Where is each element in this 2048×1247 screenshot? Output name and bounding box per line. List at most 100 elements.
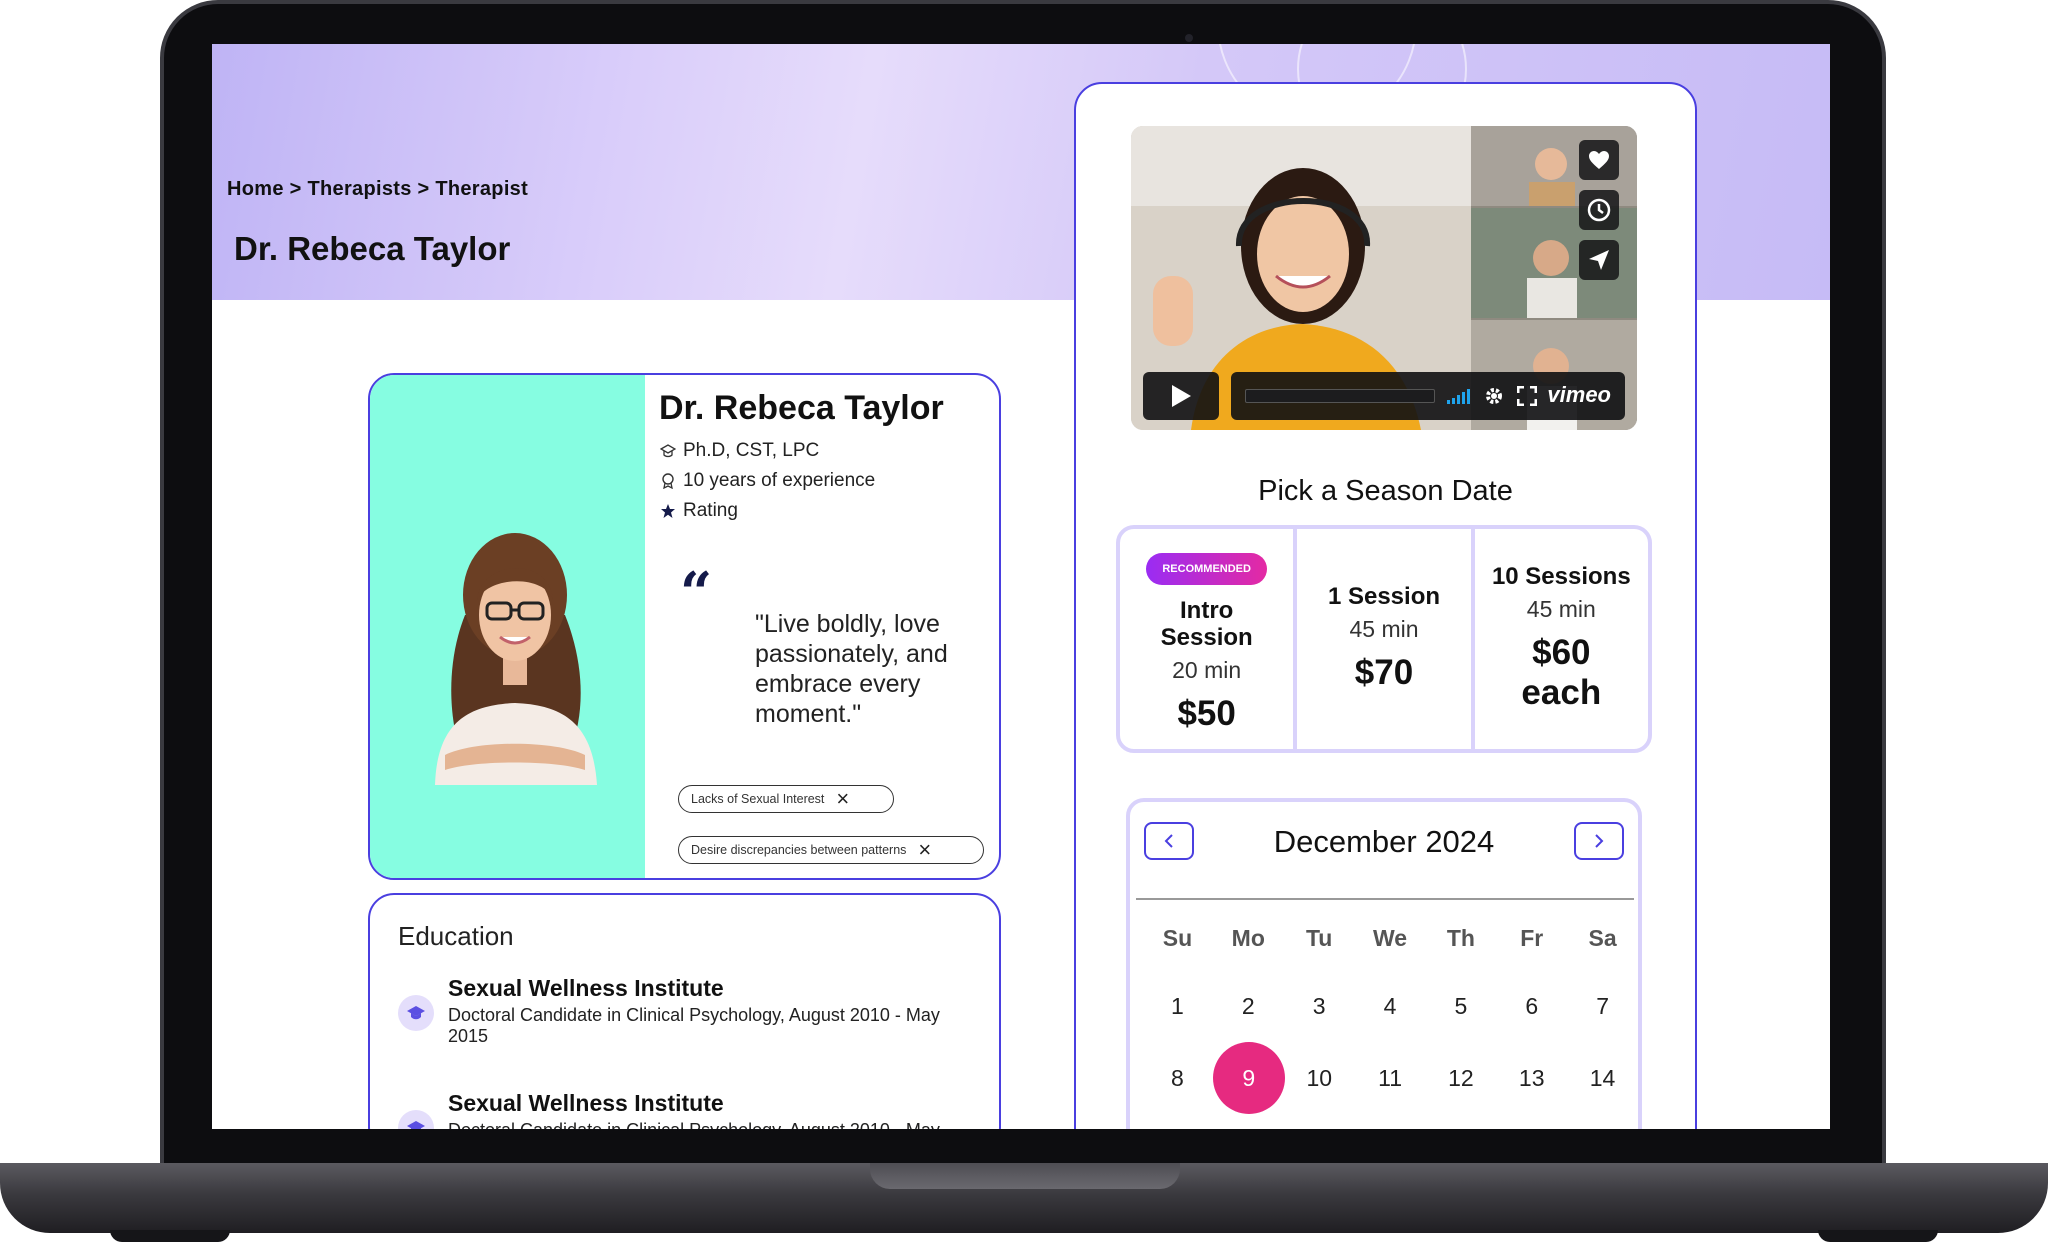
education-description: Doctoral Candidate in Clinical Psycholog… <box>448 1005 940 1046</box>
weekday-label: Sa <box>1588 925 1617 951</box>
graduation-cap-icon <box>398 1110 434 1129</box>
camera-dot <box>1185 34 1193 42</box>
education-item: Sexual Wellness Institute Doctoral Candi… <box>398 975 978 1055</box>
tag-label: Lacks of Sexual Interest <box>691 792 825 806</box>
package-1-session[interactable]: 1 Session 45 min $70 <box>1297 529 1475 749</box>
package-options: RECOMMENDED Intro Session 20 min $50 1 S… <box>1116 525 1652 753</box>
heart-icon <box>1589 151 1609 169</box>
credentials-row: Ph.D, CST, LPC <box>659 436 989 466</box>
weekday-label: We <box>1372 925 1408 951</box>
package-name: Intro Session <box>1160 597 1253 651</box>
education-item: Sexual Wellness Institute Doctoral Candi… <box>398 1090 978 1129</box>
close-icon[interactable]: × <box>836 788 849 810</box>
package-intro-session[interactable]: RECOMMENDED Intro Session 20 min $50 <box>1120 529 1298 749</box>
education-description: Doctoral Candidate in Clinical Psycholog… <box>448 1120 968 1129</box>
calendar: December 2024 Su Mo Tu We Th Fr Sa 1 2 3… <box>1126 798 1642 1129</box>
experience-row: 10 years of experience <box>659 466 989 496</box>
calendar-month: December 2024 <box>1273 824 1495 859</box>
like-button[interactable] <box>1579 140 1619 180</box>
selected-day-label: 9 <box>1212 1042 1285 1114</box>
photo-panel <box>370 375 645 878</box>
clock-icon <box>1587 198 1611 222</box>
rating-row: Rating <box>659 496 989 526</box>
calendar-week: 1 2 3 4 5 6 7 <box>1142 970 1638 1042</box>
calendar-day[interactable]: 7 <box>1567 993 1638 1020</box>
calendar-day[interactable]: 11 <box>1355 1065 1426 1092</box>
weekday-label: Mo <box>1231 925 1265 951</box>
package-price: $60 each <box>1521 633 1602 712</box>
profile-card: Dr. Rebeca Taylor Ph.D, CST, LPC 10 year… <box>368 373 1001 880</box>
package-duration: 20 min <box>1172 657 1242 683</box>
rating-label: Rating <box>683 500 738 521</box>
breadcrumb-separator: > <box>289 178 302 200</box>
calendar-week: 8 9 10 11 12 13 14 <box>1142 1042 1638 1114</box>
gear-icon[interactable] <box>1483 385 1505 407</box>
weekday-label: Tu <box>1305 925 1333 951</box>
award-icon <box>659 472 677 490</box>
watch-later-button[interactable] <box>1579 190 1619 230</box>
graduation-cap-icon <box>398 995 434 1031</box>
therapist-quote: "Live boldly, love passionately, and emb… <box>755 610 948 728</box>
breadcrumb-therapists[interactable]: Therapists <box>307 178 411 200</box>
specialty-tag[interactable]: Lacks of Sexual Interest × <box>678 785 894 813</box>
calendar-day-selected[interactable]: 9 <box>1212 1042 1285 1114</box>
screen: Home > Therapists > Therapist Dr. Rebeca… <box>212 44 1830 1129</box>
breadcrumb-home[interactable]: Home <box>227 178 284 200</box>
quote-icon: “ <box>680 560 713 626</box>
send-icon <box>1589 250 1609 270</box>
laptop-notch <box>870 1163 1180 1189</box>
package-duration: 45 min <box>1526 596 1596 622</box>
breadcrumb: Home > Therapists > Therapist <box>227 178 528 201</box>
prev-month-button[interactable] <box>1144 822 1194 860</box>
intro-video[interactable]: vimeo <box>1131 126 1637 430</box>
next-month-button[interactable] <box>1574 822 1624 860</box>
education-title: Education <box>398 921 514 951</box>
star-icon <box>659 502 677 520</box>
vimeo-logo[interactable]: vimeo <box>1547 382 1611 408</box>
share-button[interactable] <box>1579 240 1619 280</box>
education-card: Education Sexual Wellness Institute Doct… <box>368 893 1001 1129</box>
profile-info: Dr. Rebeca Taylor Ph.D, CST, LPC 10 year… <box>659 389 989 526</box>
package-price: $50 <box>1177 694 1236 733</box>
calendar-day[interactable]: 3 <box>1284 993 1355 1020</box>
weekday-label: Fr <box>1520 925 1544 951</box>
video-progress-bar[interactable] <box>1245 389 1435 403</box>
experience: 10 years of experience <box>683 470 876 491</box>
tag-label: Desire discrepancies between patterns <box>691 843 907 857</box>
recommended-badge: RECOMMENDED <box>1146 553 1267 585</box>
package-price: $70 <box>1354 653 1414 692</box>
laptop-foot-left <box>110 1230 230 1242</box>
therapist-photo <box>435 533 597 785</box>
breadcrumb-current: Therapist <box>435 178 529 200</box>
calendar-day[interactable]: 12 <box>1425 1065 1496 1092</box>
calendar-day[interactable]: 1 <box>1142 993 1213 1020</box>
laptop-foot-right <box>1818 1230 1938 1242</box>
package-name: 10 Sessions <box>1491 563 1631 590</box>
chevron-left-icon <box>1164 834 1173 848</box>
breadcrumb-separator: > <box>417 178 430 200</box>
calendar-day[interactable]: 2 <box>1213 993 1284 1020</box>
close-icon[interactable]: × <box>918 839 931 861</box>
calendar-day[interactable]: 13 <box>1496 1065 1567 1092</box>
weekday-label: Th <box>1446 925 1475 951</box>
graduation-cap-icon <box>659 442 677 460</box>
institution-name: Sexual Wellness Institute <box>448 1090 724 1116</box>
calendar-day[interactable]: 8 <box>1142 1065 1213 1092</box>
fullscreen-icon[interactable] <box>1517 386 1537 406</box>
calendar-day[interactable]: 4 <box>1355 993 1426 1020</box>
chevron-right-icon <box>1595 834 1604 848</box>
package-10-sessions[interactable]: 10 Sessions 45 min $60 each <box>1475 529 1648 749</box>
credentials: Ph.D, CST, LPC <box>683 440 820 461</box>
calendar-day[interactable]: 6 <box>1496 993 1567 1020</box>
calendar-day[interactable]: 5 <box>1425 993 1496 1020</box>
weekday-header: Su Mo Tu We Th Fr Sa <box>1142 914 1638 962</box>
calendar-day[interactable]: 10 <box>1284 1065 1355 1092</box>
play-button[interactable] <box>1143 372 1219 420</box>
video-controls: vimeo <box>1231 372 1625 420</box>
package-name: 1 Session <box>1327 583 1441 610</box>
specialty-tag[interactable]: Desire discrepancies between patterns × <box>678 836 984 864</box>
therapist-name: Dr. Rebeca Taylor <box>659 389 944 427</box>
play-icon <box>1172 385 1191 407</box>
volume-icon[interactable] <box>1447 388 1473 404</box>
calendar-day[interactable]: 14 <box>1567 1065 1638 1092</box>
